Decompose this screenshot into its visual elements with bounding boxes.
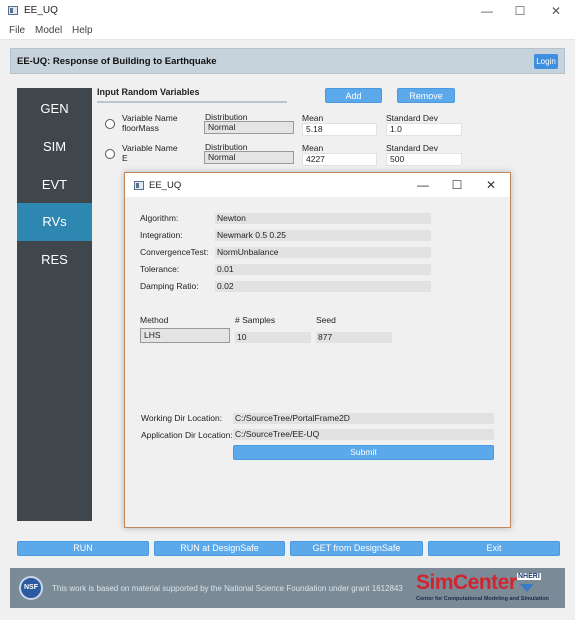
distribution-select[interactable]: Normal (204, 121, 294, 134)
app-dir-label: Application Dir Location: (141, 430, 233, 440)
integration-label: Integration: (140, 230, 183, 240)
footer: NSF This work is based on material suppo… (10, 568, 565, 608)
std-dev-label: Standard Dev (386, 143, 438, 153)
dialog-app-icon (134, 181, 144, 190)
close-icon[interactable]: ✕ (539, 2, 573, 20)
damping-ratio-value[interactable]: 0.02 (215, 281, 431, 292)
integration-value[interactable]: Newmark 0.5 0.25 (215, 230, 431, 241)
sidebar: GEN SIM EVT RVs RES (17, 88, 92, 521)
dialog-title: EE_UQ (149, 180, 182, 191)
variable-name-label: Variable Name (122, 143, 178, 153)
std-dev-label: Standard Dev (386, 113, 438, 123)
submit-button[interactable]: Submit (233, 445, 494, 460)
rv-section-title: Input Random Variables (97, 87, 200, 97)
convergence-test-label: ConvergenceTest: (140, 247, 209, 257)
sidebar-item-res[interactable]: RES (17, 241, 92, 279)
nsf-logo: NSF (19, 576, 43, 600)
minimize-icon[interactable]: — (470, 2, 504, 20)
uq-dialog: EE_UQ — ☐ ✕ Algorithm: Newton Integratio… (124, 172, 511, 528)
dialog-titlebar: EE_UQ — ☐ ✕ (125, 173, 510, 197)
variable-name-input[interactable]: E (120, 153, 198, 166)
sidebar-item-gen[interactable]: GEN (17, 90, 92, 128)
rv-row-select-radio[interactable] (105, 149, 115, 159)
menu-help[interactable]: Help (72, 25, 93, 36)
window-title: EE_UQ (24, 5, 58, 16)
remove-rv-button[interactable]: Remove (397, 88, 455, 103)
app-dir-input[interactable]: C:/SourceTree/EE-UQ (233, 429, 494, 440)
distribution-select[interactable]: Normal (204, 151, 294, 164)
method-label: Method (140, 315, 169, 325)
dialog-close-icon[interactable]: ✕ (476, 176, 506, 194)
working-dir-input[interactable]: C:/SourceTree/PortalFrame2D (233, 413, 494, 424)
simcenter-subtitle: Center for Computational Modeling and Si… (416, 596, 549, 602)
tolerance-value[interactable]: 0.01 (215, 264, 431, 275)
login-button[interactable]: Login (534, 54, 558, 69)
nheri-badge: NHERI (517, 573, 541, 580)
working-dir-label: Working Dir Location: (141, 413, 223, 423)
variable-name-input[interactable]: floorMass (120, 123, 198, 136)
simcenter-logo: SimCenter (416, 571, 517, 594)
footer-grant-text: This work is based on material supported… (52, 584, 403, 593)
sidebar-item-evt[interactable]: EVT (17, 166, 92, 204)
run-button[interactable]: RUN (17, 541, 149, 556)
seed-label: Seed (316, 315, 336, 325)
std-dev-input[interactable]: 1.0 (386, 123, 462, 136)
rv-row-select-radio[interactable] (105, 119, 115, 129)
app-header: EE-UQ: Response of Building to Earthquak… (10, 48, 565, 74)
seed-input[interactable]: 877 (316, 332, 392, 343)
variable-name-label: Variable Name (122, 113, 178, 123)
tolerance-label: Tolerance: (140, 264, 180, 274)
algorithm-label: Algorithm: (140, 213, 179, 223)
get-designsafe-button[interactable]: GET from DesignSafe (290, 541, 423, 556)
convergence-test-value[interactable]: NormUnbalance (215, 247, 431, 258)
sidebar-item-sim[interactable]: SIM (17, 128, 92, 166)
method-select[interactable]: LHS (140, 328, 230, 343)
menu-file[interactable]: File (9, 25, 25, 36)
samples-input[interactable]: 10 (235, 332, 311, 343)
samples-label: # Samples (235, 315, 276, 325)
sidebar-item-rvs[interactable]: RVs (17, 203, 92, 241)
window-titlebar: EE_UQ — ☐ ✕ (0, 0, 575, 22)
mean-input[interactable]: 5.18 (302, 123, 377, 136)
std-dev-input[interactable]: 500 (386, 153, 462, 166)
algorithm-value[interactable]: Newton (215, 213, 431, 224)
run-designsafe-button[interactable]: RUN at DesignSafe (154, 541, 285, 556)
maximize-icon[interactable]: ☐ (503, 2, 537, 20)
dialog-maximize-icon[interactable]: ☐ (442, 176, 472, 194)
mean-label: Mean (302, 143, 324, 153)
exit-button[interactable]: Exit (428, 541, 560, 556)
add-rv-button[interactable]: Add (325, 88, 382, 103)
mean-input[interactable]: 4227 (302, 153, 377, 166)
dialog-minimize-icon[interactable]: — (408, 176, 438, 194)
menu-model[interactable]: Model (35, 25, 62, 36)
app-heading: EE-UQ: Response of Building to Earthquak… (17, 56, 217, 67)
menu-bar: File Model Help (0, 22, 575, 40)
mean-label: Mean (302, 113, 324, 123)
rv-section-underline (97, 101, 287, 103)
app-window-icon (8, 6, 18, 15)
nheri-triangle-icon (520, 584, 534, 592)
damping-ratio-label: Damping Ratio: (140, 281, 199, 291)
